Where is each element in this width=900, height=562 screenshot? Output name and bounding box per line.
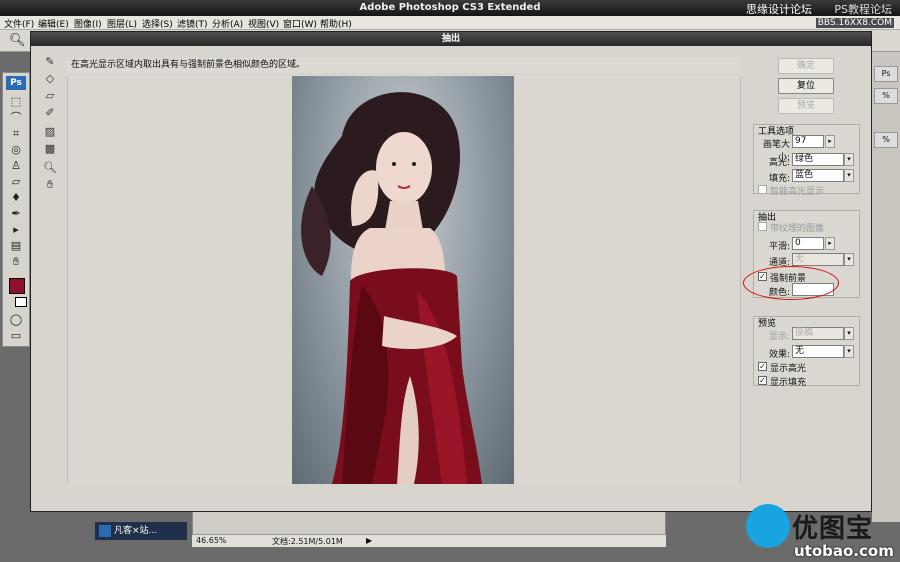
menu-filter[interactable]: 滤镜(T)	[177, 17, 208, 30]
ps-logo-icon: Ps	[6, 76, 26, 90]
textured-image-label: 带纹理的图像	[770, 224, 825, 234]
instruction-text: 在高光显示区域内取出具有与强制前景色相似颜色的区域。	[67, 58, 741, 73]
effect-dropdown-icon[interactable]: ▾	[844, 345, 854, 358]
brush-size-input[interactable]: 97	[792, 135, 824, 148]
show-fill-label: 显示填充	[770, 378, 807, 388]
reset-button[interactable]: 复位	[778, 78, 834, 94]
panel-tab-percent-2[interactable]: %	[874, 132, 898, 148]
zoom-level[interactable]: 46.65%	[196, 536, 227, 545]
edge-highlighter-icon[interactable]: ✎	[41, 54, 59, 70]
preview-button[interactable]: 预览	[778, 98, 834, 114]
menu-file[interactable]: 文件(F)	[4, 17, 34, 30]
status-menu-arrow-icon[interactable]: ▶	[366, 536, 372, 545]
title-bar: Adobe Photoshop CS3 Extended 思缘设计论坛 PS教程…	[0, 0, 900, 16]
show-highlight-label: 显示高光	[770, 364, 807, 374]
heal-tool-icon[interactable]: ◎	[7, 143, 25, 157]
lasso-tool-icon[interactable]: ⌒	[7, 111, 25, 125]
highlight-dropdown-icon[interactable]: ▾	[844, 153, 854, 166]
brand-name: 优图宝	[792, 514, 874, 544]
fill-select[interactable]: 蓝色	[792, 169, 844, 182]
blur-tool-icon[interactable]: ♦	[7, 191, 25, 205]
panel-tab-ps[interactable]: Ps	[874, 66, 898, 82]
preview-canvas[interactable]	[67, 76, 741, 484]
quickmask-icon[interactable]: ◯	[7, 313, 25, 327]
fill-tool-icon[interactable]: ◇	[41, 71, 59, 87]
channel-dropdown-icon[interactable]: ▾	[844, 253, 854, 266]
pen-tool-icon[interactable]: ✒	[7, 207, 25, 221]
menu-help[interactable]: 帮助(H)	[320, 17, 352, 30]
menu-layer[interactable]: 图层(L)	[107, 17, 137, 30]
taskbar-item-label: 凡客×站...	[114, 526, 158, 536]
screen-mode-icon[interactable]: ▭	[7, 329, 25, 343]
brush-size-arrow-icon[interactable]: ▸	[825, 135, 835, 148]
crop-tool-icon[interactable]: ⌗	[7, 127, 25, 141]
stamp-tool-icon[interactable]: ♙	[7, 159, 25, 173]
show-label: 显示:	[768, 332, 790, 342]
menu-bar: 文件(F) 编辑(E) 图像(I) 图层(L) 选择(S) 滤镜(T) 分析(A…	[0, 16, 900, 30]
eraser-tool-icon[interactable]: ▱	[7, 175, 25, 189]
foreground-color-swatch[interactable]	[9, 278, 25, 294]
panel-tab-percent[interactable]: %	[874, 88, 898, 104]
tool-options-group: 工具选项 画笔大小: 97 ▸ 高光: 绿色 ▾ 填充: 蓝色 ▾ 智能高光显示	[753, 124, 860, 197]
eraser-icon[interactable]: ▱	[41, 88, 59, 104]
tool-options-title: 工具选项	[758, 127, 795, 137]
smooth-input[interactable]: 0	[792, 237, 824, 250]
zoom-tool-icon[interactable]: 🔍︎	[9, 33, 26, 49]
annotation-circle	[743, 266, 839, 300]
menu-analysis[interactable]: 分析(A)	[212, 17, 243, 30]
watermark-right: PS教程论坛	[834, 3, 892, 16]
doc-size: 文档:2.51M/5.01M	[272, 537, 343, 546]
smart-highlight-checkbox[interactable]	[758, 185, 767, 194]
path-select-tool-icon[interactable]: ▸	[7, 223, 25, 237]
menu-view[interactable]: 视图(V)	[248, 17, 279, 30]
cleanup-tool-icon[interactable]: ▨	[41, 124, 59, 140]
effect-select[interactable]: 无	[792, 345, 844, 358]
edge-touchup-icon[interactable]: ▩	[41, 141, 59, 157]
smooth-label: 平滑:	[768, 242, 790, 252]
menu-window[interactable]: 窗口(W)	[283, 17, 317, 30]
menu-edit[interactable]: 编辑(E)	[38, 17, 69, 30]
ps-doc-icon	[99, 524, 111, 537]
ok-button[interactable]: 确定	[778, 58, 834, 74]
watermark-url: BBS.16XX8.COM	[815, 18, 894, 28]
brand-logo: 优图宝 utobao.com	[740, 500, 900, 562]
preview-title: 预览	[758, 319, 777, 329]
zoom-icon[interactable]: 🔍︎	[41, 160, 59, 176]
taskbar-item[interactable]: 凡客×站...	[95, 522, 187, 540]
fill-dropdown-icon[interactable]: ▾	[844, 169, 854, 182]
show-dropdown-icon[interactable]: ▾	[844, 327, 854, 340]
toolbox: Ps ⬚ ⌒ ⌗ ◎ ♙ ▱ ♦ ✒ ▸ ▤ ✋︎ ◯ ▭	[2, 72, 30, 347]
watermark-left: 思缘设计论坛	[746, 3, 812, 16]
notes-tool-icon[interactable]: ▤	[7, 239, 25, 253]
menu-select[interactable]: 选择(S)	[142, 17, 173, 30]
marquee-tool-icon[interactable]: ⬚	[7, 95, 25, 109]
smart-highlight-label: 智能高光显示	[770, 187, 825, 197]
show-highlight-checkbox[interactable]: ✓	[758, 362, 767, 371]
dialog-title: 抽出	[31, 32, 871, 46]
portrait-illustration	[301, 92, 482, 484]
background-color-swatch[interactable]	[15, 297, 27, 307]
bird-logo-icon	[746, 504, 790, 548]
show-select[interactable]: 原稿	[792, 327, 844, 340]
smooth-arrow-icon[interactable]: ▸	[825, 237, 835, 250]
channel-select[interactable]: 无	[792, 253, 844, 266]
show-fill-checkbox[interactable]: ✓	[758, 376, 767, 385]
extract-tools: ✎ ◇ ▱ ✐ ▨ ▩ 🔍︎ ✋︎	[39, 54, 61, 214]
effect-label: 效果:	[768, 350, 790, 360]
preview-group: 预览 显示: 原稿 ▾ 效果: 无 ▾ ✓ 显示高光 ✓ 显示填充	[753, 316, 860, 388]
highlight-label: 高光:	[768, 158, 790, 168]
photo-preview	[292, 76, 514, 484]
highlight-select[interactable]: 绿色	[792, 153, 844, 166]
status-bar: 46.65% 文档:2.51M/5.01M ▶	[192, 534, 666, 547]
textured-image-checkbox[interactable]	[758, 222, 767, 231]
extract-dialog: 抽出 ✎ ◇ ▱ ✐ ▨ ▩ 🔍︎ ✋︎ 在高光显示区域内取出具有与强制前景色相…	[30, 31, 872, 512]
hand-tool-icon[interactable]: ✋︎	[7, 255, 25, 269]
menu-image[interactable]: 图像(I)	[74, 17, 102, 30]
hand-icon[interactable]: ✋︎	[41, 177, 59, 193]
right-panel-strip: Ps % %	[872, 52, 900, 522]
brand-url: utobao.com	[794, 542, 894, 560]
eyedropper-icon[interactable]: ✐	[41, 105, 59, 121]
fill-label: 填充:	[768, 174, 790, 184]
